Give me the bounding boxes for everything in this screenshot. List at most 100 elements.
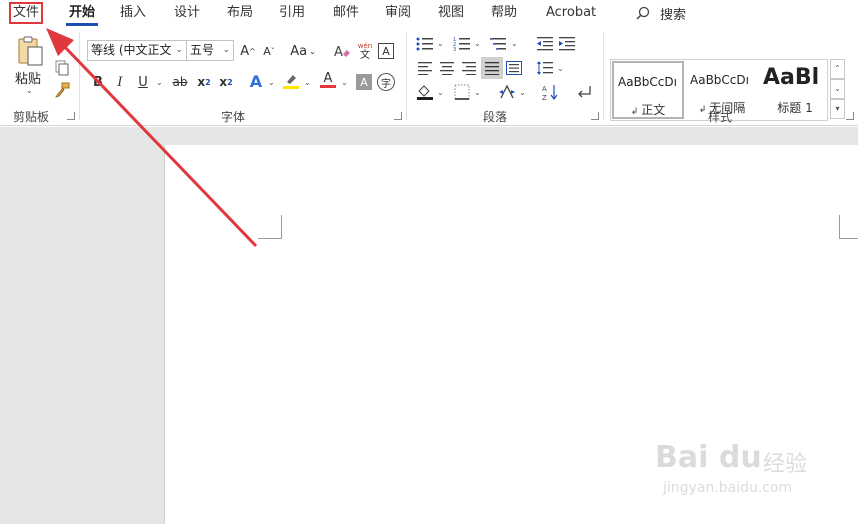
svg-text:A: A xyxy=(334,45,343,60)
paste-dropdown-icon[interactable]: ⌄ xyxy=(26,86,33,95)
font-size-value: 五号 xyxy=(190,43,215,57)
tab-review[interactable]: 审阅 xyxy=(382,3,414,23)
sort-button[interactable]: AZ xyxy=(540,82,560,102)
phonetic-bottom: 文 xyxy=(360,50,370,61)
multilevel-list-button[interactable] xyxy=(489,34,509,54)
align-center-button[interactable] xyxy=(437,58,457,78)
character-border-label: A xyxy=(382,44,390,58)
enclose-characters-label: 字 xyxy=(381,78,391,90)
gallery-up-icon[interactable]: ⌃ xyxy=(830,59,845,79)
style-heading-1[interactable]: AaBl 标题 1 xyxy=(759,61,831,119)
tab-insert[interactable]: 插入 xyxy=(117,3,149,23)
tab-acrobat[interactable]: Acrobat xyxy=(543,3,599,23)
line-spacing-dropdown-icon[interactable]: ⌄ xyxy=(557,64,564,73)
tab-design[interactable]: 设计 xyxy=(171,3,203,23)
shading-button[interactable] xyxy=(415,82,435,102)
tab-mailings[interactable]: 邮件 xyxy=(330,3,362,23)
margin-corner-mark xyxy=(839,215,858,239)
gallery-down-icon[interactable]: ⌄ xyxy=(830,79,845,99)
separator xyxy=(406,32,407,120)
align-right-button[interactable] xyxy=(459,58,479,78)
font-color-dropdown-icon[interactable]: ⌄ xyxy=(341,78,348,87)
line-spacing-button[interactable] xyxy=(535,58,555,78)
subscript-button[interactable]: x2 xyxy=(194,72,214,92)
shading-dropdown-icon[interactable]: ⌄ xyxy=(437,88,444,97)
character-border-button[interactable]: A xyxy=(378,43,394,59)
tab-home[interactable]: 开始 xyxy=(66,3,99,26)
highlight-dropdown-icon[interactable]: ⌄ xyxy=(304,78,311,87)
styles-launcher-icon[interactable] xyxy=(846,112,854,120)
paragraph-launcher-icon[interactable] xyxy=(591,112,599,120)
bullets-dropdown-icon[interactable]: ⌄ xyxy=(437,39,444,48)
svg-text:A: A xyxy=(542,85,547,93)
highlighter-icon xyxy=(283,75,299,89)
numbering-button[interactable]: 123 xyxy=(452,34,472,54)
increase-indent-button[interactable] xyxy=(557,34,577,54)
chinese-layout-button[interactable] xyxy=(497,82,517,102)
search-icon xyxy=(636,6,650,20)
sort-icon: AZ xyxy=(542,85,558,101)
style-normal[interactable]: AaBbCcDı ↲ 正文 xyxy=(612,61,684,119)
tab-layout[interactable]: 布局 xyxy=(224,3,256,23)
borders-button[interactable] xyxy=(452,82,472,102)
chinese-layout-dropdown-icon[interactable]: ⌄ xyxy=(519,88,526,97)
paragraph-mark-icon xyxy=(578,86,591,98)
decrease-indent-button[interactable] xyxy=(535,34,555,54)
text-effects-dropdown-icon[interactable]: ⌄ xyxy=(268,78,275,87)
tab-references[interactable]: 引用 xyxy=(276,3,308,23)
multilevel-list-dropdown-icon[interactable]: ⌄ xyxy=(511,39,518,48)
chinese-layout-icon xyxy=(499,84,515,99)
style-sample: AaBbCcDı xyxy=(690,73,749,87)
grow-font-button[interactable]: A ^ xyxy=(238,41,258,61)
paste-button[interactable] xyxy=(12,34,48,68)
font-color-label: A xyxy=(323,71,333,86)
copy-icon xyxy=(55,60,69,76)
font-name-combo[interactable]: 等线 (中文正文 ⌄ xyxy=(87,40,187,61)
change-case-button[interactable]: Aa ⌄ xyxy=(287,41,319,61)
chevron-down-icon: ⌄ xyxy=(222,45,230,55)
highlight-button[interactable] xyxy=(281,71,301,91)
character-shading-button[interactable]: A xyxy=(356,74,372,90)
change-case-label: Aa xyxy=(290,43,308,59)
show-formatting-button[interactable] xyxy=(574,82,594,102)
align-left-icon xyxy=(418,62,432,75)
copy-button[interactable] xyxy=(52,58,72,78)
paste-icon xyxy=(18,36,43,66)
phonetic-guide-button[interactable]: wén 文 xyxy=(355,39,375,63)
borders-dropdown-icon[interactable]: ⌄ xyxy=(474,88,481,97)
superscript-button[interactable]: x2 xyxy=(216,72,236,92)
italic-button[interactable]: I xyxy=(110,72,130,92)
shrink-font-button[interactable]: Aˇ xyxy=(259,41,279,61)
strikethrough-button[interactable]: ab xyxy=(170,72,190,92)
clear-formatting-button[interactable]: A xyxy=(332,41,352,61)
style-sample: AaBbCcDı xyxy=(618,75,677,89)
distributed-button[interactable] xyxy=(504,58,524,78)
font-name-value: 等线 (中文正文 xyxy=(91,43,172,57)
align-center-icon xyxy=(440,62,454,75)
underline-button[interactable]: U xyxy=(133,72,153,92)
tab-help[interactable]: 帮助 xyxy=(488,3,520,23)
bullets-button[interactable] xyxy=(415,34,435,54)
font-launcher-icon[interactable] xyxy=(394,112,402,120)
strikethrough-label: ab xyxy=(172,75,188,89)
watermark-main: Bai du xyxy=(655,440,762,475)
font-color-button[interactable]: A xyxy=(318,70,338,90)
bold-button[interactable]: B xyxy=(88,72,108,92)
clipboard-launcher-icon[interactable] xyxy=(67,112,75,120)
align-right-icon xyxy=(462,62,476,75)
clipboard-group-label: 剪贴板 xyxy=(13,110,50,124)
font-size-combo[interactable]: 五号 ⌄ xyxy=(186,40,234,61)
justify-button[interactable] xyxy=(481,57,503,79)
tab-file[interactable]: 文件 xyxy=(9,2,44,24)
numbering-icon: 123 xyxy=(453,37,470,52)
numbering-dropdown-icon[interactable]: ⌄ xyxy=(474,39,481,48)
watermark-url: jingyan.baidu.com xyxy=(663,480,793,496)
underline-dropdown-icon[interactable]: ⌄ xyxy=(156,78,163,87)
text-effects-button[interactable]: A xyxy=(246,71,266,91)
align-left-button[interactable] xyxy=(415,58,435,78)
search-box[interactable]: 搜索 xyxy=(636,3,686,23)
gallery-more-icon[interactable]: ▾ xyxy=(830,99,845,119)
enclose-characters-button[interactable]: 字 xyxy=(377,73,395,91)
tab-view[interactable]: 视图 xyxy=(435,3,467,23)
format-painter-button[interactable] xyxy=(52,80,72,100)
